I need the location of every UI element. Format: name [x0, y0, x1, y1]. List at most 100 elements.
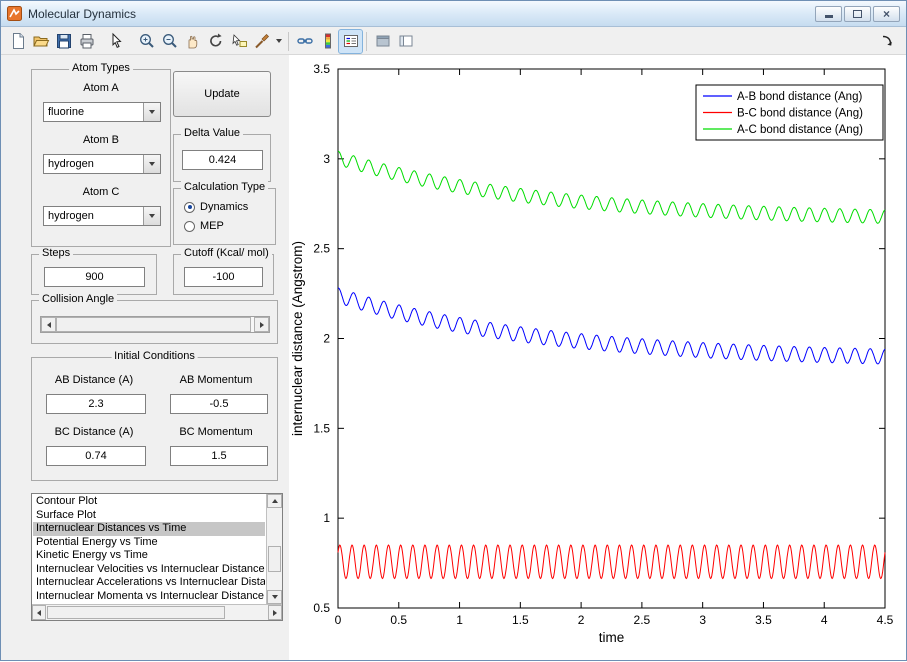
steps-title: Steps — [39, 247, 73, 259]
listbox-horizontal-scrollbar[interactable] — [32, 604, 282, 620]
bc-momentum-field[interactable]: 1.5 — [170, 446, 268, 466]
title-bar[interactable]: Molecular Dynamics × — [1, 1, 906, 27]
slider-right-arrow[interactable] — [254, 317, 269, 332]
x-tick-label: 3 — [699, 613, 706, 627]
figure-toolbar — [1, 28, 906, 55]
y-axis-label: internuclear distance (Angstrom) — [290, 241, 305, 436]
save-icon[interactable] — [52, 30, 75, 53]
ab-momentum-field[interactable]: -0.5 — [170, 394, 268, 414]
scroll-left-arrow[interactable] — [32, 605, 46, 620]
rotate-3d-icon[interactable] — [204, 30, 227, 53]
delta-value-title: Delta Value — [181, 127, 243, 139]
dropdown-arrow-icon[interactable] — [143, 103, 160, 121]
horizontal-scroll-thumb[interactable] — [47, 606, 225, 619]
ab-distance-field[interactable]: 2.3 — [46, 394, 146, 414]
collision-angle-panel: Collision Angle — [31, 300, 278, 344]
listbox-vertical-scrollbar[interactable] — [266, 494, 282, 604]
cutoff-panel: Cutoff (Kcal/ mol) -100 — [173, 254, 274, 295]
minimize-button[interactable] — [815, 6, 842, 22]
y-tick-label: 1.5 — [313, 421, 330, 435]
update-button[interactable]: Update — [173, 71, 271, 117]
x-tick-label: 4 — [821, 613, 828, 627]
radio-mep[interactable]: MEP — [184, 220, 224, 232]
hide-plot-tools-icon[interactable] — [371, 30, 394, 53]
atom-b-label: Atom B — [32, 134, 170, 146]
x-tick-label: 2 — [578, 613, 585, 627]
slider-thumb[interactable] — [56, 317, 251, 332]
brush-icon[interactable] — [250, 30, 273, 53]
atom-c-dropdown[interactable]: hydrogen — [43, 206, 161, 226]
vertical-scroll-thumb[interactable] — [268, 546, 281, 572]
cutoff-field[interactable]: -100 — [184, 267, 263, 287]
dropdown-arrow-icon[interactable] — [143, 155, 160, 173]
zoom-out-icon[interactable] — [158, 30, 181, 53]
atom-c-label: Atom C — [32, 186, 170, 198]
scroll-down-arrow[interactable] — [267, 590, 282, 604]
scroll-right-arrow[interactable] — [268, 605, 282, 620]
x-axis-label: time — [599, 630, 625, 645]
y-tick-label: 3.5 — [313, 62, 330, 76]
zoom-in-icon[interactable] — [135, 30, 158, 53]
ab-distance-label: AB Distance (A) — [38, 374, 150, 386]
data-cursor-icon[interactable] — [227, 30, 250, 53]
app-window: Molecular Dynamics × — [0, 0, 907, 661]
radio-dynamics[interactable]: Dynamics — [184, 201, 248, 213]
edit-plot-pointer-icon[interactable] — [105, 30, 128, 53]
list-item[interactable]: Surface Plot — [33, 509, 265, 523]
x-tick-label: 1 — [456, 613, 463, 627]
toolbar-separator — [288, 32, 289, 51]
close-icon: × — [883, 8, 890, 20]
slider-left-arrow[interactable] — [41, 317, 56, 332]
initial-conditions-title: Initial Conditions — [111, 350, 198, 362]
list-item[interactable]: Kinetic Energy vs Time — [33, 549, 265, 563]
scroll-up-arrow[interactable] — [267, 494, 282, 508]
axes-box — [338, 69, 885, 608]
close-button[interactable]: × — [873, 6, 900, 22]
radio-dynamics-icon — [184, 202, 195, 213]
delta-value-field[interactable]: 0.424 — [182, 150, 263, 170]
list-item[interactable]: Contour Plot — [33, 495, 265, 509]
list-item[interactable]: Internuclear Velocities vs Internuclear … — [33, 563, 265, 577]
x-tick-label: 0.5 — [390, 613, 407, 627]
list-item[interactable]: Internuclear Distances vs Time — [33, 522, 265, 536]
minimize-icon — [825, 15, 833, 18]
restore-button[interactable] — [844, 6, 871, 22]
delta-value-panel: Delta Value 0.424 — [173, 134, 271, 182]
dock-figure-icon[interactable] — [875, 30, 898, 53]
atom-b-dropdown[interactable]: hydrogen — [43, 154, 161, 174]
initial-conditions-panel: Initial Conditions AB Distance (A) AB Mo… — [31, 357, 278, 481]
steps-field[interactable]: 900 — [44, 267, 145, 287]
atom-b-value: hydrogen — [44, 155, 143, 173]
pan-hand-icon[interactable] — [181, 30, 204, 53]
insert-colorbar-icon[interactable] — [316, 30, 339, 53]
open-folder-icon[interactable] — [29, 30, 52, 53]
brush-dropdown-arrow-icon[interactable] — [273, 30, 284, 53]
list-item[interactable]: Internuclear Accelerations vs Internucle… — [33, 576, 265, 590]
atom-a-dropdown[interactable]: fluorine — [43, 102, 161, 122]
y-tick-label: 2.5 — [313, 242, 330, 256]
bc-distance-label: BC Distance (A) — [38, 426, 150, 438]
atom-a-value: fluorine — [44, 103, 143, 121]
calculation-type-panel: Calculation Type Dynamics MEP — [173, 188, 276, 245]
bc-distance-field[interactable]: 0.74 — [46, 446, 146, 466]
print-icon[interactable] — [75, 30, 98, 53]
list-item[interactable]: Potential Energy vs Time — [33, 536, 265, 550]
link-plot-icon[interactable] — [293, 30, 316, 53]
x-tick-label: 0 — [335, 613, 342, 627]
legend-entry: A-B bond distance (Ang) — [737, 91, 862, 103]
list-item[interactable]: Internuclear Momenta vs Internuclear Dis… — [33, 590, 265, 604]
dropdown-arrow-icon[interactable] — [143, 207, 160, 225]
y-tick-label: 2 — [323, 332, 330, 346]
plot-type-list: Contour PlotSurface PlotInternuclear Dis… — [33, 495, 265, 603]
atom-types-title: Atom Types — [69, 62, 133, 74]
new-document-icon[interactable] — [6, 30, 29, 53]
x-tick-label: 4.5 — [877, 613, 894, 627]
insert-legend-icon[interactable] — [339, 30, 362, 53]
collision-angle-title: Collision Angle — [39, 293, 117, 305]
collision-angle-slider[interactable] — [40, 316, 270, 333]
show-plot-tools-icon[interactable] — [394, 30, 417, 53]
atom-c-value: hydrogen — [44, 207, 143, 225]
x-tick-label: 2.5 — [634, 613, 651, 627]
md-plot[interactable]: 00.511.522.533.544.50.511.522.533.5timei… — [289, 55, 907, 662]
plot-type-listbox[interactable]: Contour PlotSurface PlotInternuclear Dis… — [31, 493, 283, 621]
